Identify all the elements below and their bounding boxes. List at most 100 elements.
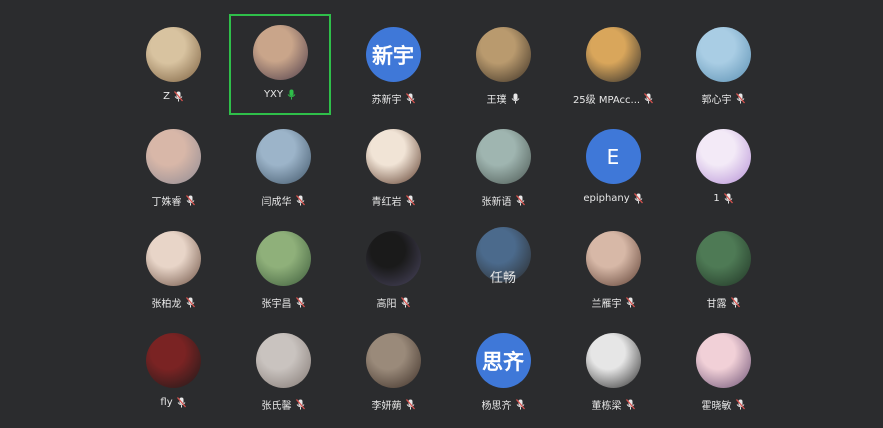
avatar-photo [365,129,421,184]
avatar-photo [252,25,308,80]
participant-label-row: YXY [264,89,296,100]
mic-muted-icon [173,91,183,102]
participant-label-row: 霍晓敏 [702,397,745,412]
participant-label-row: 李妍蒴 [372,397,415,412]
participant-tile[interactable]: 思齐 杨思齐 [448,316,558,418]
participant-label-row: epiphany [583,193,643,204]
participant-tile[interactable]: Z [118,10,228,112]
participant-name: 霍晓敏 [701,401,732,412]
participant-label-row: 张柏龙 [152,295,195,310]
participant-tile[interactable]: 兰雁宇 [558,214,668,316]
participant-name: 丁姝睿 [151,197,182,208]
participant-tile[interactable]: 高阳 [338,214,448,316]
participant-name: Z [163,91,170,102]
mic-muted-icon [405,195,415,206]
avatar-photo [695,27,751,82]
participant-label-row: 苏新宇 [372,91,415,106]
avatar-initials: E [585,129,641,184]
participant-tile[interactable]: 张新语 [448,112,558,214]
participant-name: 高阳 [376,299,397,310]
participant-label-row: 闫成华 [262,193,305,208]
participant-tile[interactable]: 新宇苏新宇 [338,10,448,112]
participant-name: 25级 MPAcc... [572,95,641,106]
mic-muted-icon [735,93,745,104]
mic-on-icon [287,89,296,100]
participant-label-row: Z [163,91,183,102]
participant-tile[interactable]: 董栋梁 [558,316,668,418]
participant-tile[interactable]: Eepiphany [558,112,668,214]
avatar-photo [145,231,201,286]
participant-label-row: 任畅 [490,267,516,286]
participant-tile[interactable]: 张柏龙 [118,214,228,316]
participant-label-row: 25级 MPAcc... [572,91,654,106]
mic-muted-icon [625,297,635,308]
mic-muted-icon [295,297,305,308]
participant-label-row: 张宇昌 [262,295,305,310]
participant-name: 王璞 [486,95,507,106]
avatar-photo [585,333,641,388]
participant-tile[interactable]: 闫成华 [228,112,338,214]
avatar-photo [585,231,641,286]
avatar-initials: 新宇 [365,27,421,82]
participant-tile[interactable]: 王璞 [448,10,558,112]
participant-tile[interactable]: 丁姝睿 [118,112,228,214]
participant-name: 甘露 [706,299,727,310]
mic-muted-icon [625,399,635,410]
participant-tile[interactable]: 25级 MPAcc... [558,10,668,112]
participant-name: 杨思齐 [481,401,512,412]
participant-name: 李妍蒴 [371,401,402,412]
avatar-photo [255,129,311,184]
participant-tile[interactable]: 李妍蒴 [338,316,448,418]
participant-tile[interactable]: 霍晓敏 [668,316,778,418]
avatar-photo [255,231,311,286]
mic-muted-icon [400,297,410,308]
participant-label-row: 杨思齐 [482,397,525,412]
mic-muted-icon [185,195,195,206]
mic-muted-icon [295,399,305,410]
participant-label-row: 甘露 [707,295,740,310]
mic-muted-icon [405,399,415,410]
participant-tile-active[interactable]: YXY [229,14,331,115]
avatar-photo [145,27,201,82]
participant-label-row: 郭心宇 [702,91,745,106]
participant-name: YXY [263,89,284,100]
participant-name: epiphany [583,193,630,204]
participant-tile[interactable]: 张宇昌 [228,214,338,316]
participant-label-row: 丁姝睿 [152,193,195,208]
participant-tile[interactable]: 郭心宇 [668,10,778,112]
participant-tile[interactable]: 1 [668,112,778,214]
avatar-photo [695,231,751,286]
participant-tile[interactable]: 任畅 [448,214,558,316]
avatar-photo [475,129,531,184]
avatar-photo [145,333,201,388]
participant-tile[interactable]: fly [118,316,228,418]
participant-name: 兰雁宇 [591,299,622,310]
mic-muted-icon [735,399,745,410]
participant-label-row: 张新语 [482,193,525,208]
participant-grid: Z YXY 新宇 苏新宇 王璞 25级 MPAcc... 郭心宇 丁姝睿 闫成华 青红岩 张新语 Ee… [118,10,778,418]
participant-label-row: 高阳 [377,295,410,310]
avatar-photo [585,27,641,82]
participant-name: 张氏馨 [261,401,292,412]
mic-muted-icon [185,297,195,308]
avatar-photo [695,129,751,184]
mic-muted-icon [515,399,525,410]
participant-label-row: 青红岩 [372,193,415,208]
mic-muted-icon [644,93,654,104]
participant-label-row: 兰雁宇 [592,295,635,310]
participant-tile[interactable]: 张氏馨 [228,316,338,418]
participant-label-row: fly [160,397,186,408]
participant-name: 青红岩 [371,197,402,208]
mic-muted-icon [730,297,740,308]
participant-label-row: 张氏馨 [262,397,305,412]
participant-label-row: 1 [713,193,733,204]
mic-icon [511,93,520,104]
participant-tile[interactable]: 青红岩 [338,112,448,214]
participant-label-row: 董栋梁 [592,397,635,412]
participant-tile[interactable]: 甘露 [668,214,778,316]
mic-muted-icon [176,397,186,408]
mic-muted-icon [295,195,305,206]
participant-name: fly [160,397,173,408]
participant-name: 苏新宇 [371,95,402,106]
avatar-photo [365,333,421,388]
